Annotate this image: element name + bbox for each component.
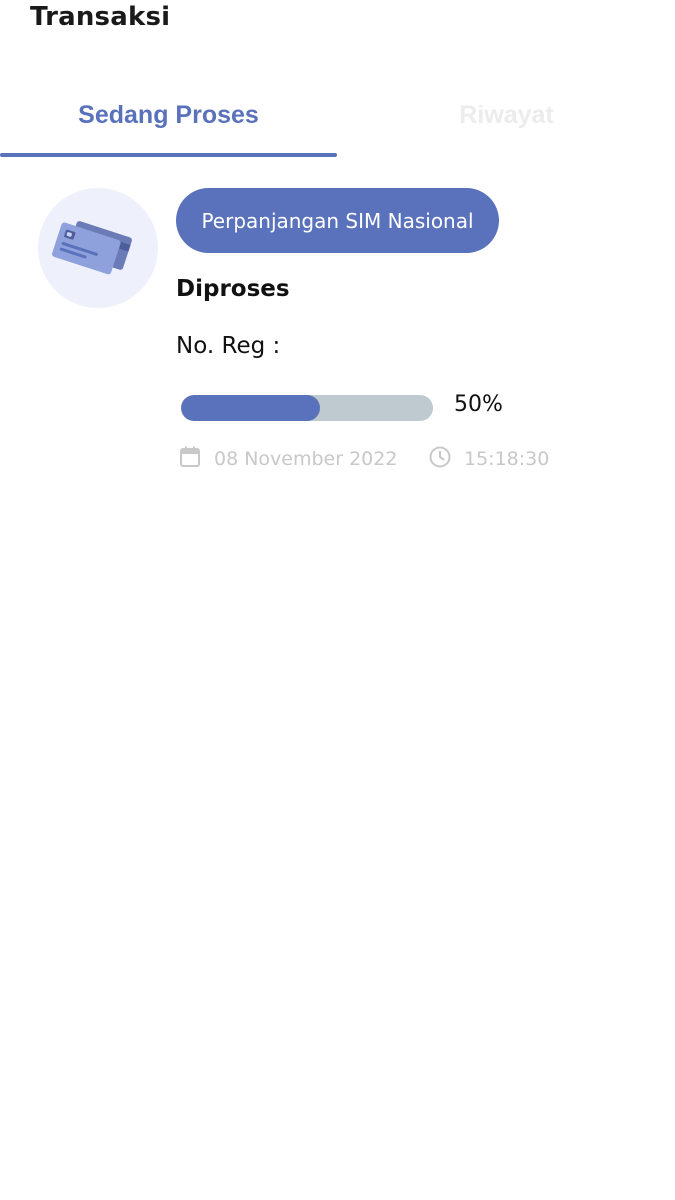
tab-history[interactable]: Riwayat	[338, 72, 675, 158]
page-title: Transaksi	[30, 2, 171, 32]
tab-in-progress[interactable]: Sedang Proses	[0, 72, 337, 158]
transaction-thumbnail	[38, 188, 158, 308]
tab-bar: Sedang Proses Riwayat	[0, 72, 675, 158]
registration-number-label: No. Reg :	[176, 333, 281, 359]
transaction-item[interactable]: Perpanjangan SIM Nasional Diproses No. R…	[0, 185, 675, 485]
transaction-status: Diproses	[176, 276, 290, 302]
clock-icon	[429, 446, 451, 468]
registration-number: No. Reg :	[176, 333, 280, 359]
progress-percent: 50%	[454, 392, 503, 417]
calendar-icon	[180, 446, 200, 467]
progress-bar-fill	[181, 395, 320, 421]
transaction-date: 08 November 2022	[214, 448, 398, 470]
credit-card-icon	[52, 221, 132, 275]
progress-bar	[181, 395, 433, 421]
service-type-badge[interactable]: Perpanjangan SIM Nasional	[176, 188, 499, 253]
active-tab-indicator	[0, 153, 337, 157]
transactions-screen: Transaksi Sedang Proses Riwayat Perpanja…	[0, 0, 675, 1200]
transaction-time: 15:18:30	[464, 448, 550, 470]
